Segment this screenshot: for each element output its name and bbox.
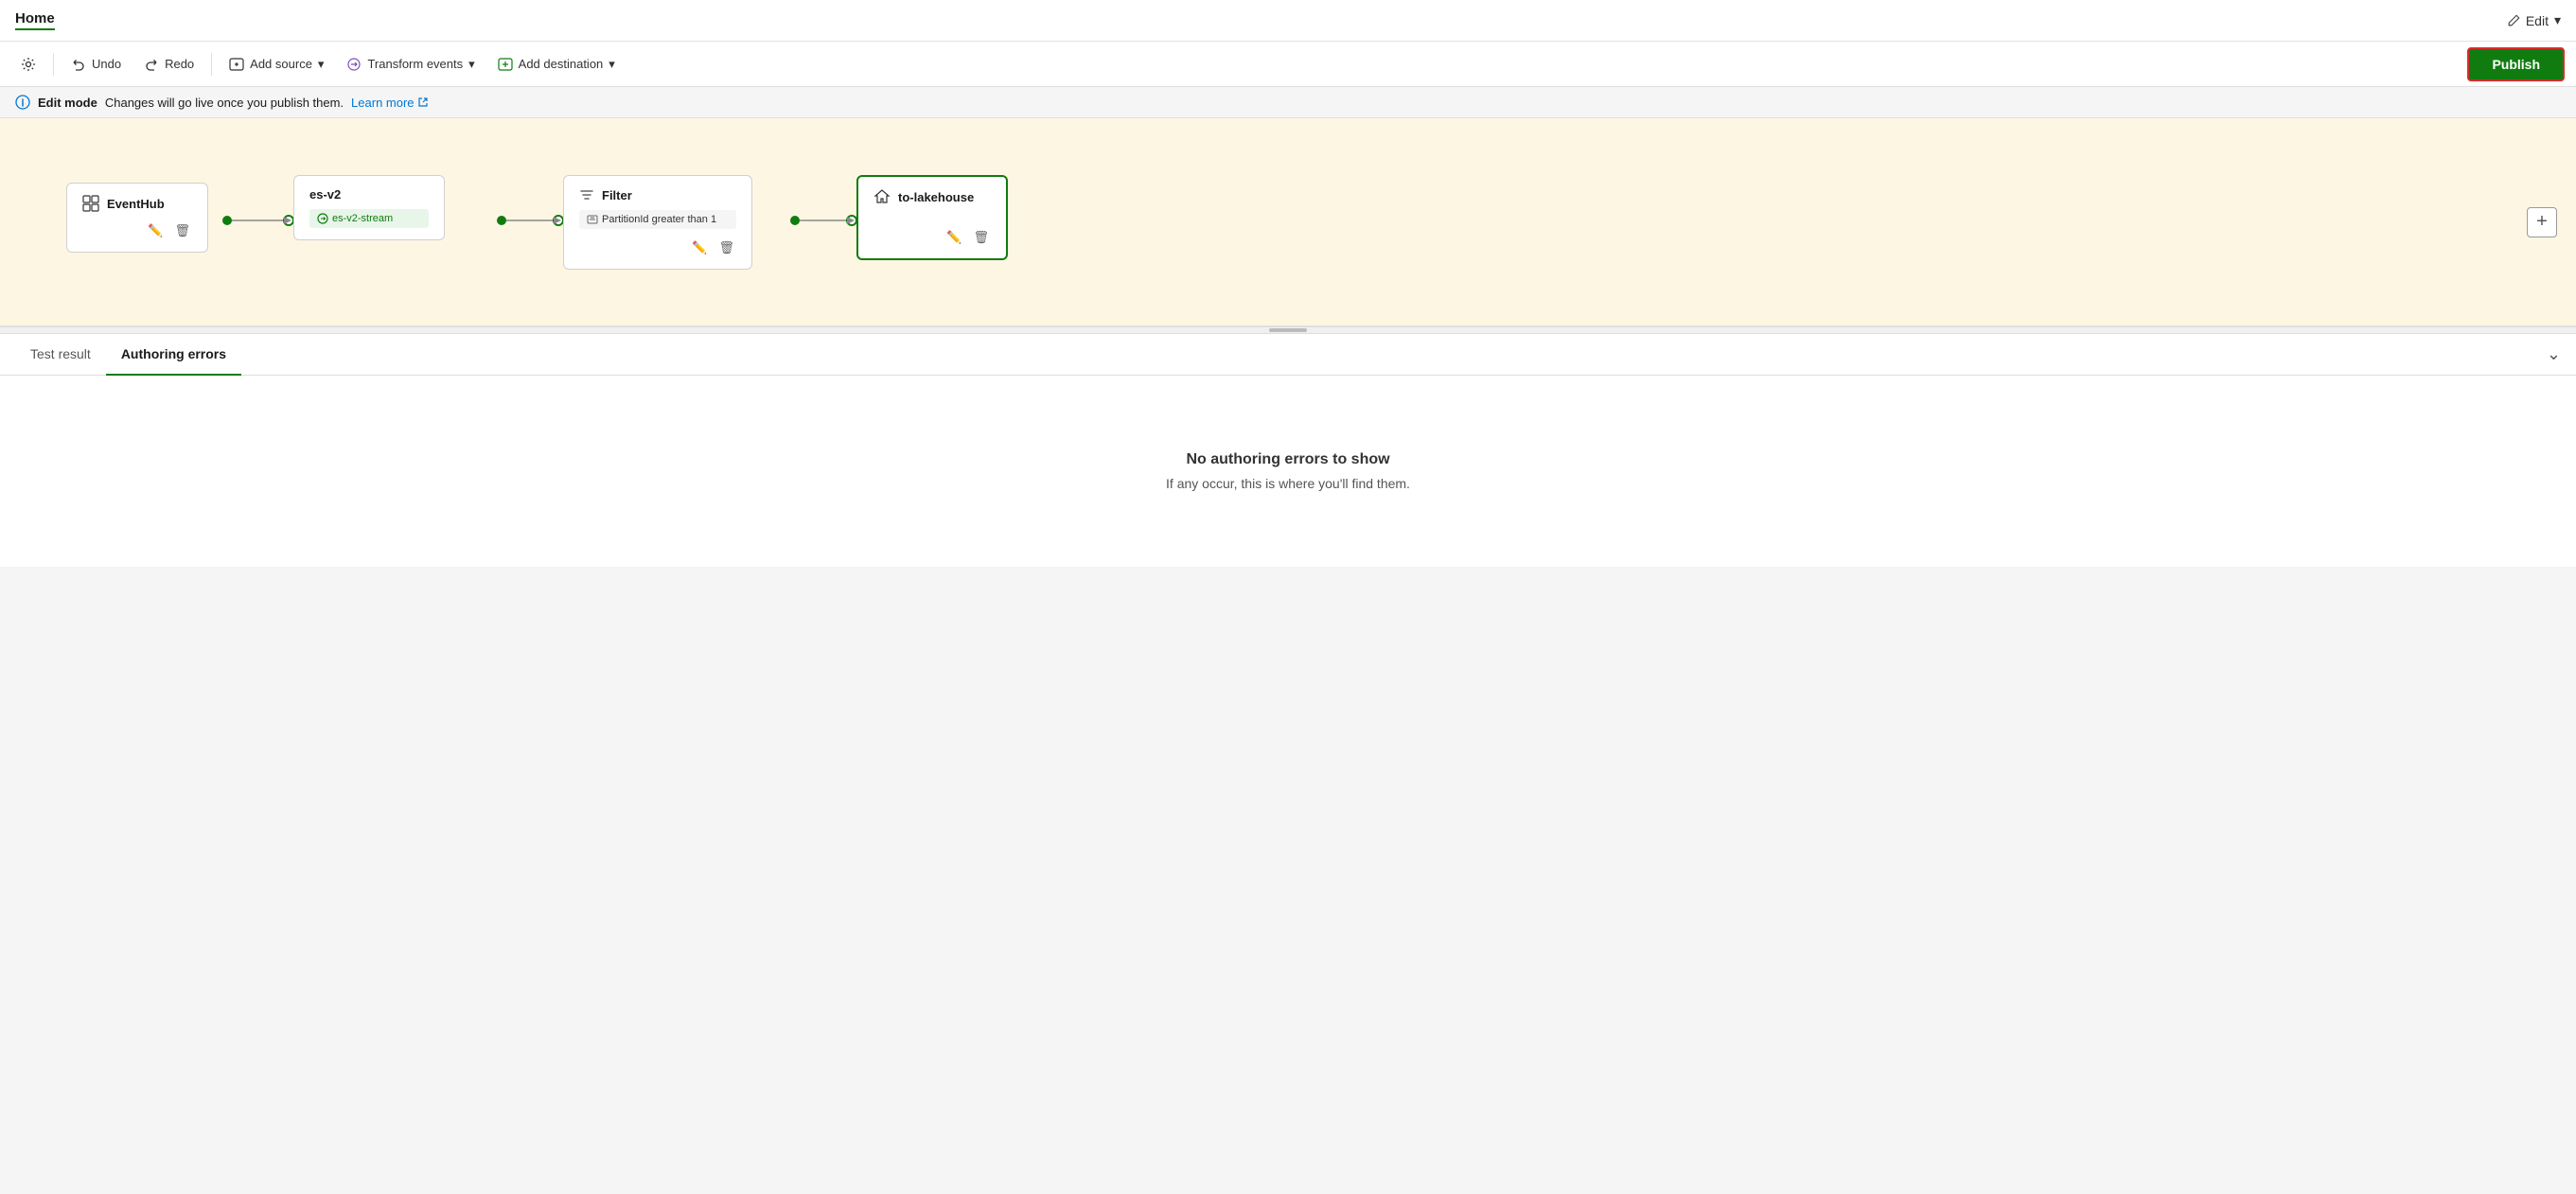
add-destination-button[interactable]: Add destination ▾ <box>488 51 625 78</box>
esv2-node[interactable]: es-v2 es-v2-stream <box>293 175 445 240</box>
edit-dropdown-icon: ▾ <box>2554 12 2561 28</box>
settings-icon <box>21 57 36 72</box>
filter-condition: PartitionId greater than 1 <box>602 214 716 225</box>
filter-icon <box>579 187 594 202</box>
transform-icon <box>346 57 362 72</box>
toolbar: Undo Redo Add source ▾ Transform events … <box>0 42 2576 87</box>
publish-button[interactable]: Publish <box>2467 47 2565 81</box>
filter-condition-icon <box>587 214 598 225</box>
divider-handle[interactable] <box>0 326 2576 334</box>
learn-more-link[interactable]: Learn more <box>351 96 428 110</box>
add-node-button[interactable]: + <box>2527 207 2557 237</box>
edit-label: Edit <box>2526 13 2549 28</box>
add-source-icon <box>229 57 244 72</box>
add-destination-label: Add destination <box>519 57 604 71</box>
redo-label: Redo <box>165 57 194 71</box>
edit-mode-label: Edit mode <box>38 96 97 110</box>
lakehouse-icon <box>873 188 891 205</box>
transform-events-button[interactable]: Transform events ▾ <box>337 51 484 78</box>
edit-banner: Edit mode Changes will go live once you … <box>0 87 2576 118</box>
canvas-area: EventHub ✏️ 🗑 es-v2 es-v2-stream Filter <box>0 118 2576 326</box>
title-bar: Home Edit ▾ <box>0 0 2576 42</box>
lakehouse-delete-btn[interactable]: 🗑 <box>971 228 991 247</box>
lakehouse-node[interactable]: to-lakehouse ✏️ 🗑 <box>856 175 1008 260</box>
external-link-icon <box>417 97 429 108</box>
add-source-dropdown-icon: ▾ <box>318 57 325 72</box>
eventhub-icon <box>82 195 99 212</box>
tab-test-result[interactable]: Test result <box>15 334 106 376</box>
divider-bar <box>1269 328 1307 332</box>
empty-state-title: No authoring errors to show <box>1186 451 1389 468</box>
publish-label: Publish <box>2492 57 2540 72</box>
filter-edit-btn[interactable]: ✏️ <box>690 238 709 257</box>
empty-state: No authoring errors to show If any occur… <box>0 376 2576 567</box>
lakehouse-title: to-lakehouse <box>898 190 974 204</box>
lakehouse-edit-btn[interactable]: ✏️ <box>944 228 963 247</box>
filter-delete-btn[interactable]: 🗑 <box>716 238 736 257</box>
redo-button[interactable]: Redo <box>134 51 203 78</box>
eventhub-delete-btn[interactable]: 🗑 <box>172 221 192 240</box>
esv2-subtitle: es-v2-stream <box>332 213 393 224</box>
undo-icon <box>71 57 86 72</box>
tab-authoring-errors[interactable]: Authoring errors <box>106 334 241 376</box>
filter-title: Filter <box>602 188 632 202</box>
expand-icon: ⌄ <box>2547 344 2561 363</box>
transform-events-label: Transform events <box>367 57 463 71</box>
redo-icon <box>144 57 159 72</box>
edit-icon <box>2507 14 2520 27</box>
add-destination-icon <box>498 57 513 72</box>
empty-state-message: If any occur, this is where you'll find … <box>1166 476 1410 491</box>
tab-test-result-label: Test result <box>30 346 91 361</box>
edit-mode-message: Changes will go live once you publish th… <box>105 96 344 110</box>
info-icon <box>15 95 30 110</box>
undo-button[interactable]: Undo <box>62 51 131 78</box>
tabs-header: Test result Authoring errors ⌄ <box>0 334 2576 376</box>
eventhub-title: EventHub <box>107 197 165 211</box>
edit-button[interactable]: Edit ▾ <box>2507 12 2561 28</box>
settings-button[interactable] <box>11 51 45 78</box>
stream-icon <box>317 213 328 224</box>
add-icon: + <box>2536 211 2548 233</box>
esv2-title: es-v2 <box>309 187 341 202</box>
eventhub-node[interactable]: EventHub ✏️ 🗑 <box>66 183 208 253</box>
transform-events-dropdown-icon: ▾ <box>468 57 475 72</box>
tab-authoring-errors-label: Authoring errors <box>121 346 226 361</box>
separator-1 <box>53 53 54 76</box>
undo-label: Undo <box>92 57 121 71</box>
eventhub-edit-btn[interactable]: ✏️ <box>146 221 165 240</box>
separator-2 <box>211 53 212 76</box>
bottom-panel: Test result Authoring errors ⌄ No author… <box>0 334 2576 567</box>
add-source-label: Add source <box>250 57 312 71</box>
tabs-expand-button[interactable]: ⌄ <box>2547 344 2561 364</box>
page-title: Home <box>15 10 55 30</box>
add-source-button[interactable]: Add source ▾ <box>220 51 333 78</box>
filter-node[interactable]: Filter PartitionId greater than 1 ✏️ 🗑 <box>563 175 752 270</box>
learn-more-label: Learn more <box>351 96 414 110</box>
add-destination-dropdown-icon: ▾ <box>609 57 615 72</box>
